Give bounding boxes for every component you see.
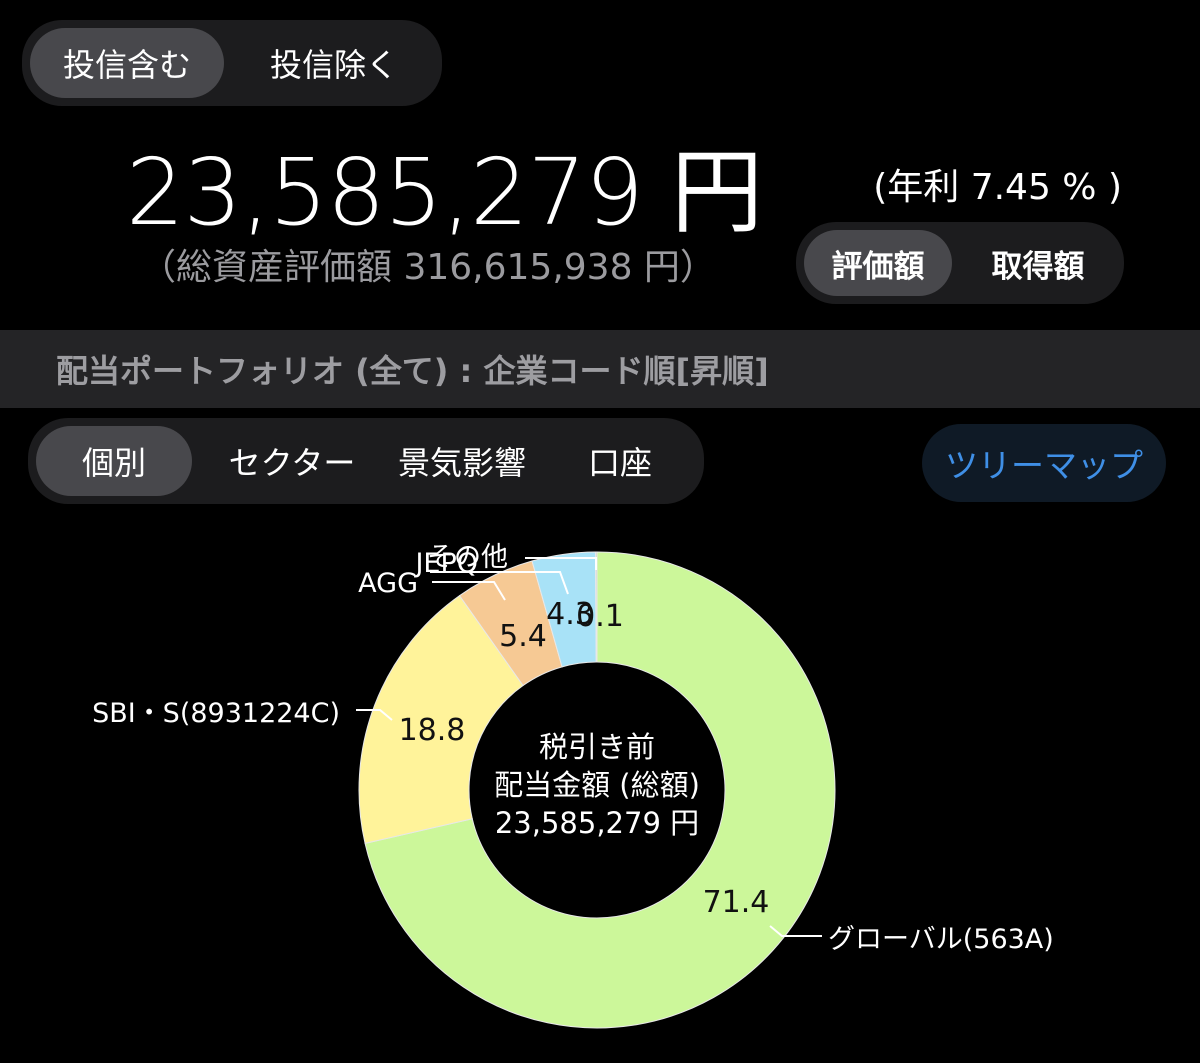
total-dividend-amount: 23,585,279 円 [126, 139, 763, 246]
slice-name-2: AGG [358, 568, 418, 599]
treemap-button[interactable]: ツリーマップ [922, 424, 1166, 502]
tab-account[interactable]: 口座 [540, 426, 700, 496]
slice-value-0: 71.4 [703, 885, 770, 920]
tab-sector[interactable]: セクター [204, 426, 380, 496]
section-header: 配当ポートフォリオ (全て) : 企業コード順[昇順] [0, 330, 1200, 408]
valuation-button[interactable]: 評価額 [804, 230, 952, 296]
tab-economy[interactable]: 景気影響 [372, 426, 552, 496]
value-basis-toggle: 評価額 取得額 [796, 222, 1124, 304]
section-title: 配当ポートフォリオ (全て) : 企業コード順[昇順] [56, 352, 769, 390]
center-label-line-2: 配当金額 (総額) [494, 768, 700, 802]
center-label-line-1: 税引き前 [538, 730, 655, 764]
view-tabs: 個別 セクター 景気影響 口座 [28, 418, 704, 504]
chart-center-label: 税引き前 配当金額 (総額) 23,585,279 円 [452, 728, 742, 842]
slice-value-2: 5.4 [499, 619, 547, 654]
include-funds-button[interactable]: 投信含む [30, 28, 224, 98]
tab-individual[interactable]: 個別 [36, 426, 192, 496]
acquisition-button[interactable]: 取得額 [960, 230, 1116, 296]
fund-toggle: 投信含む 投信除く [22, 20, 442, 106]
annual-yield: (年利 7.45 % ) [873, 167, 1122, 208]
total-assets-value: （総資産評価額 316,615,938 円） [140, 247, 716, 288]
slice-name-1: SBI・S(8931224C) [92, 698, 340, 729]
center-label-line-3: 23,585,279 円 [494, 806, 700, 840]
slice-value-4: 0.1 [576, 599, 624, 634]
exclude-funds-button[interactable]: 投信除く [236, 28, 432, 98]
slice-name-4: その他 [427, 542, 508, 573]
slice-name-0: グローバル(563A) [828, 924, 1054, 955]
